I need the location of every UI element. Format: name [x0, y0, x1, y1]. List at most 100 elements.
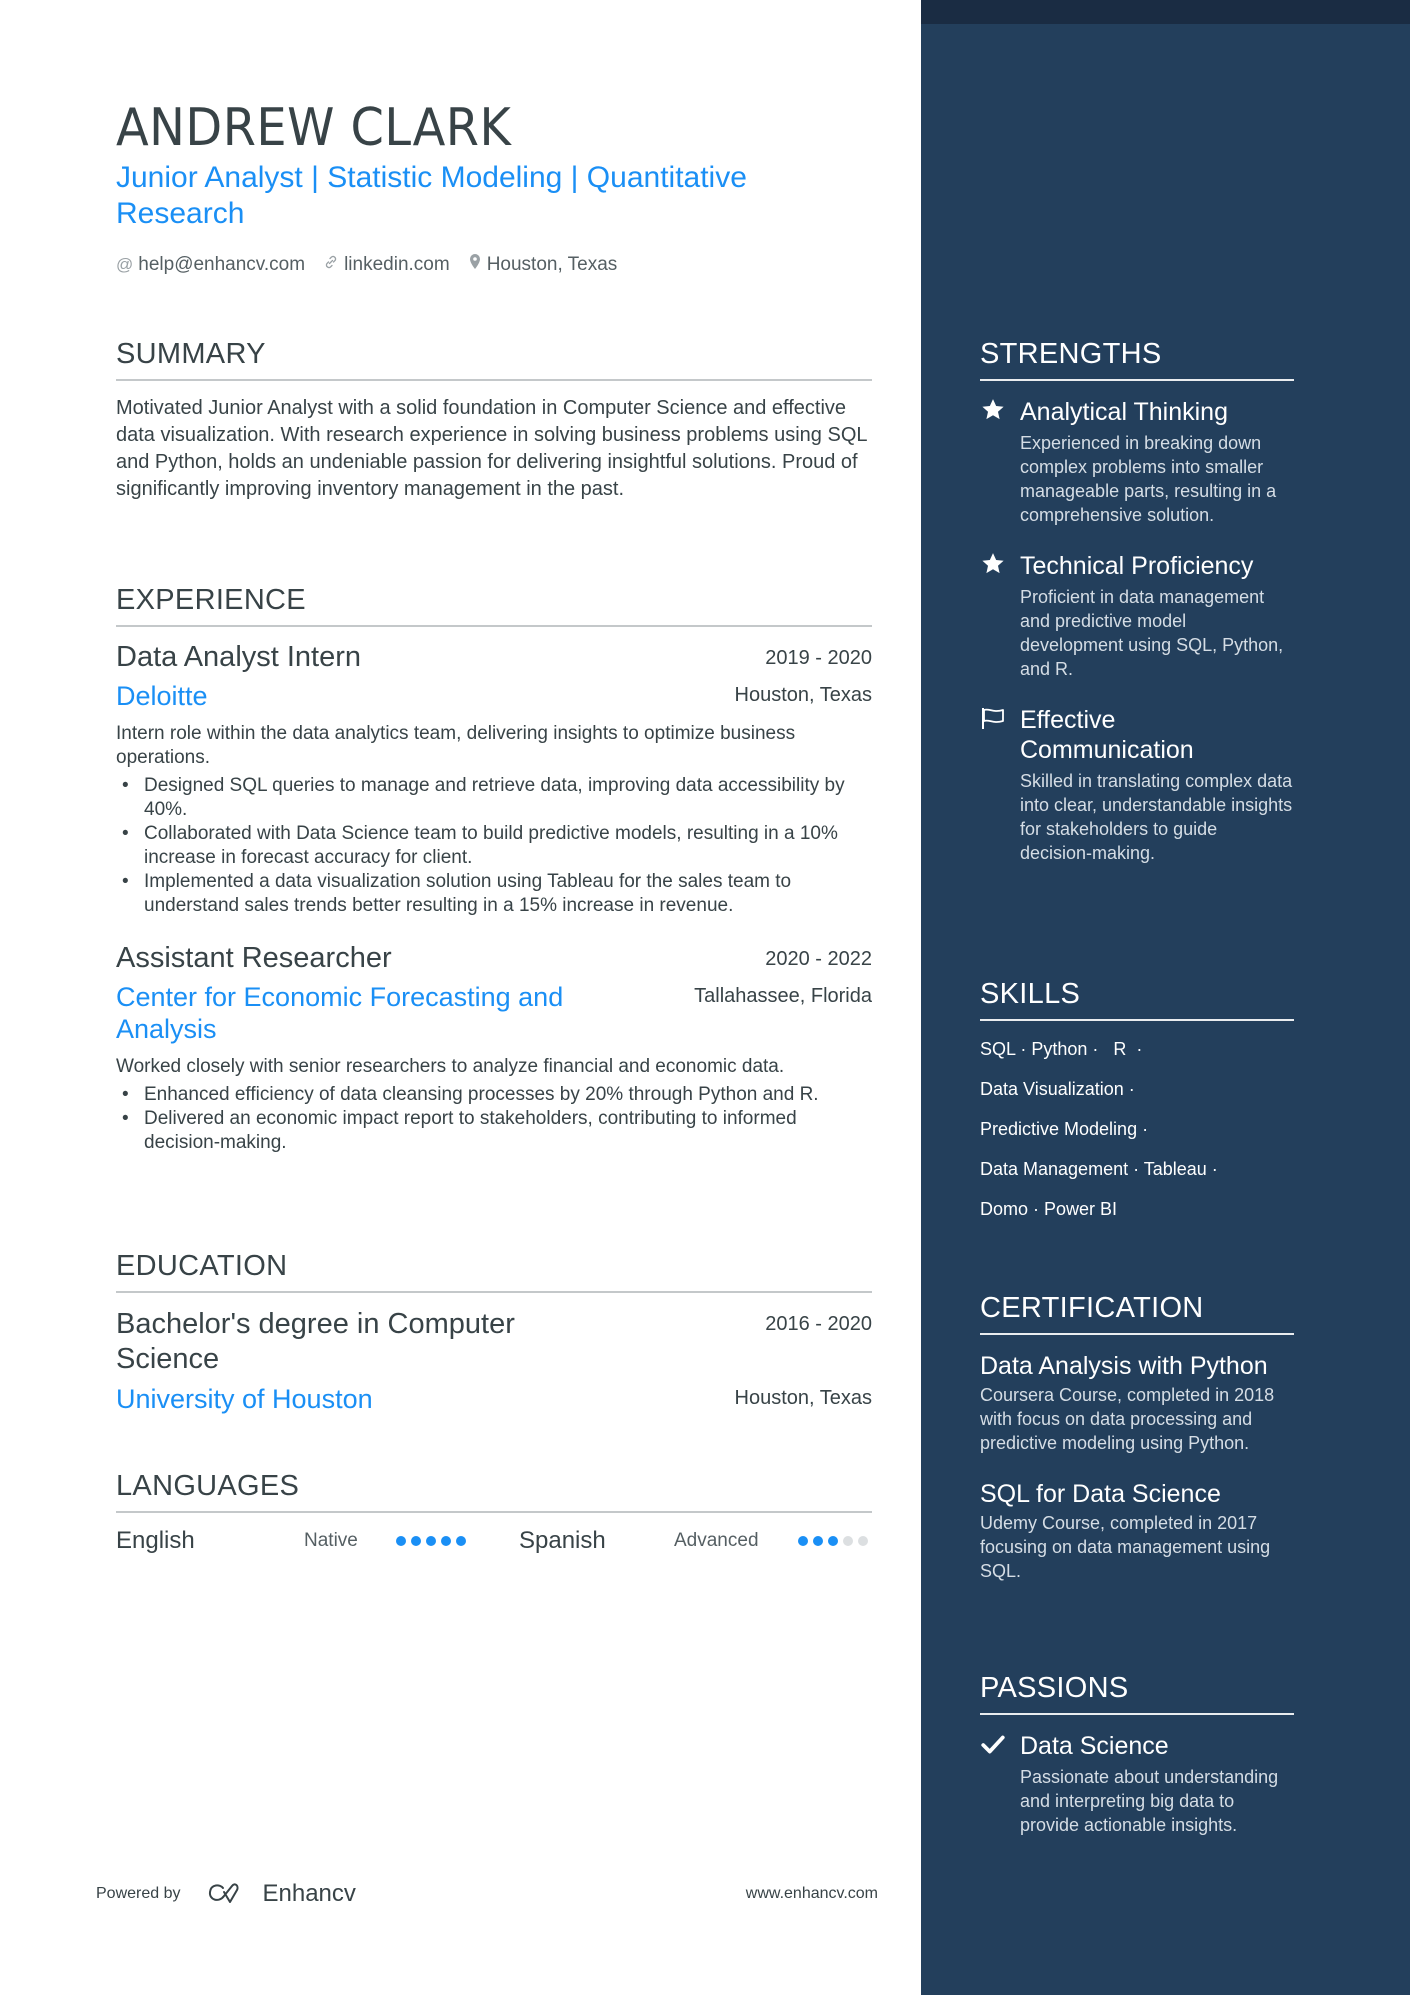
job-description: Intern role within the data analytics te… — [116, 723, 796, 768]
section-divider — [116, 1291, 872, 1293]
contact-linkedin[interactable]: linkedin.com — [323, 254, 450, 276]
languages-section: LANGUAGES English Native Spanish Advance… — [116, 1470, 872, 1555]
language-name: English — [116, 1527, 195, 1554]
strength-title: Technical Proficiency — [1020, 552, 1254, 580]
job-bullets: Designed SQL queries to manage and retri… — [116, 774, 872, 918]
skill-line: Predictive Modeling · — [980, 1119, 1149, 1139]
skill-line: Data Visualization · — [980, 1079, 1135, 1099]
languages-row: English Native Spanish Advanced — [116, 1527, 872, 1555]
language-name: Spanish — [519, 1527, 606, 1554]
candidate-name: ANDREW CLARK — [116, 98, 512, 158]
passions-heading: PASSIONS — [980, 1672, 1129, 1704]
job-dates: 2019 - 2020 — [765, 647, 872, 669]
summary-section: SUMMARY Motivated Junior Analyst with a … — [116, 338, 872, 503]
skills-section: SKILLS SQL · Python · R · Data Visualiza… — [980, 978, 1294, 1221]
certification-heading: CERTIFICATION — [980, 1292, 1204, 1324]
skill-line: SQL · Python · R · — [980, 1039, 1143, 1059]
job-entry: Assistant Researcher 2020 - 2022 Center … — [116, 942, 872, 1155]
education-dates: 2016 - 2020 — [765, 1313, 872, 1335]
language-level: Advanced — [674, 1530, 759, 1551]
brand-logo[interactable]: Enhancv — [207, 1880, 356, 1908]
strength-item: Analytical Thinking Experienced in break… — [980, 397, 1294, 527]
job-title: Assistant Researcher — [116, 942, 392, 974]
contact-email-text: help@enhancv.com — [138, 253, 306, 275]
strength-title: Analytical Thinking — [1020, 398, 1228, 426]
certification-description: Coursera Course, completed in 2018 with … — [980, 1385, 1275, 1453]
sidebar-top-band — [921, 0, 1410, 24]
star-icon — [980, 551, 1020, 681]
powered-by-label: Powered by — [96, 1885, 181, 1902]
contact-location-text: Houston, Texas — [486, 253, 618, 275]
strength-item: Effective Communication Skilled in trans… — [980, 705, 1294, 865]
skill-line: Domo · Power BI — [980, 1199, 1118, 1219]
contact-bar: @ help@enhancv.com linkedin.com Houston,… — [116, 253, 617, 276]
proficiency-dot-filled — [426, 1536, 436, 1546]
section-divider — [116, 379, 872, 381]
experience-section: EXPERIENCE Data Analyst Intern 2019 - 20… — [116, 584, 872, 1155]
strength-description: Skilled in translating complex data into… — [1020, 771, 1293, 863]
strengths-section: STRENGTHS Analytical Thinking Experience… — [980, 338, 1294, 865]
location-pin-icon — [468, 253, 482, 276]
job-bullet: Designed SQL queries to manage and retri… — [116, 774, 872, 822]
job-bullet: Enhanced efficiency of data cleansing pr… — [116, 1083, 872, 1107]
section-divider — [116, 625, 872, 627]
job-company: Deloitte — [116, 681, 208, 711]
proficiency-dot-filled — [441, 1536, 451, 1546]
strengths-heading: STRENGTHS — [980, 338, 1162, 370]
contact-location: Houston, Texas — [468, 253, 618, 276]
enhancv-logo-icon — [208, 1883, 238, 1903]
strength-title: Effective Communication — [1020, 706, 1194, 764]
summary-heading: SUMMARY — [116, 338, 266, 370]
proficiency-dot-filled — [813, 1536, 823, 1546]
section-divider — [980, 1333, 1294, 1335]
certification-title: Data Analysis with Python — [980, 1352, 1268, 1380]
flag-icon — [980, 705, 1020, 865]
section-divider — [980, 1713, 1294, 1715]
strength-description: Proficient in data management and predic… — [1020, 587, 1284, 679]
languages-heading: LANGUAGES — [116, 1470, 300, 1502]
school-name: University of Houston — [116, 1384, 373, 1414]
passion-description: Passionate about understanding and inter… — [1020, 1767, 1279, 1835]
skills-heading: SKILLS — [980, 978, 1081, 1010]
experience-heading: EXPERIENCE — [116, 584, 306, 616]
education-location: Houston, Texas — [734, 1387, 873, 1409]
education-section: EDUCATION Bachelor's degree in Computer … — [116, 1250, 872, 1415]
contact-email[interactable]: @ help@enhancv.com — [116, 254, 305, 276]
job-location: Tallahassee, Florida — [694, 985, 872, 1007]
job-bullet: Collaborated with Data Science team to b… — [116, 822, 872, 870]
proficiency-dot-filled — [456, 1536, 466, 1546]
certification-title: SQL for Data Science — [980, 1480, 1221, 1508]
job-company: Center for Economic Forecasting and Anal… — [116, 982, 564, 1044]
job-dates: 2020 - 2022 — [765, 948, 872, 970]
at-icon: @ — [116, 254, 134, 274]
language-proficiency-dots — [396, 1536, 519, 1546]
star-icon — [980, 397, 1020, 527]
job-title: Data Analyst Intern — [116, 641, 362, 673]
section-divider — [980, 1019, 1294, 1021]
website-link[interactable]: www.enhancv.com — [746, 1885, 878, 1903]
skill-line: Data Management · Tableau · — [980, 1159, 1218, 1179]
proficiency-dot-filled — [798, 1536, 808, 1546]
language-level: Native — [304, 1530, 358, 1551]
strength-description: Experienced in breaking down complex pro… — [1020, 433, 1277, 525]
job-bullets: Enhanced efficiency of data cleansing pr… — [116, 1083, 872, 1155]
education-heading: EDUCATION — [116, 1250, 288, 1282]
passion-item: Data Science Passionate about understand… — [980, 1731, 1294, 1837]
proficiency-dot-empty — [843, 1536, 853, 1546]
degree-title: Bachelor's degree in Computer Science — [116, 1308, 515, 1375]
job-location: Houston, Texas — [734, 684, 873, 706]
proficiency-dot-filled — [828, 1536, 838, 1546]
contact-linkedin-text: linkedin.com — [344, 253, 450, 275]
job-description: Worked closely with senior researchers t… — [116, 1056, 785, 1077]
passions-section: PASSIONS Data Science Passionate about u… — [980, 1672, 1294, 1837]
certification-description: Udemy Course, completed in 2017 focusing… — [980, 1513, 1271, 1581]
language-proficiency-dots — [798, 1536, 868, 1546]
link-icon — [323, 254, 339, 275]
passion-title: Data Science — [1020, 1732, 1169, 1760]
candidate-title: Junior Analyst | Statistic Modeling | Qu… — [116, 161, 747, 230]
section-divider — [980, 379, 1294, 381]
certification-section: CERTIFICATION Data Analysis with Python … — [980, 1292, 1294, 1583]
proficiency-dot-filled — [411, 1536, 421, 1546]
job-bullet: Delivered an economic impact report to s… — [116, 1107, 872, 1155]
certification-item: SQL for Data Science Udemy Course, compl… — [980, 1479, 1294, 1583]
